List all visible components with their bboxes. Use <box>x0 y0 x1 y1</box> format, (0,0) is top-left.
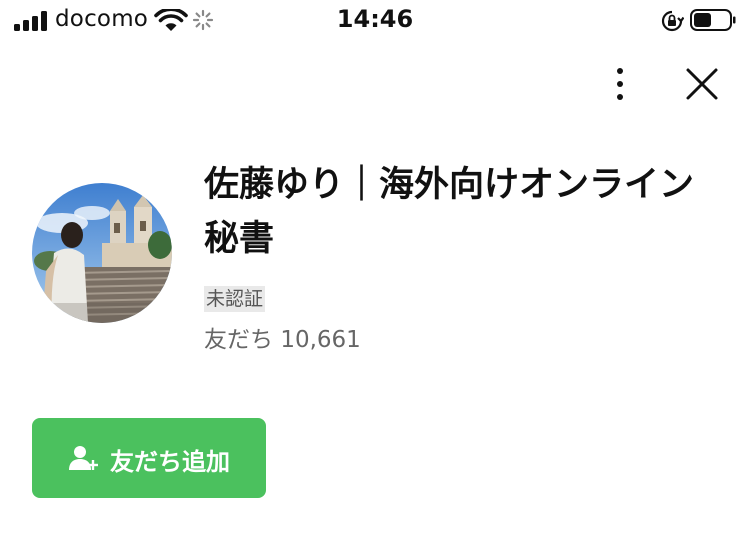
close-icon <box>686 68 718 100</box>
status-time: 14:46 <box>336 5 414 33</box>
avatar-photo <box>32 183 172 323</box>
friends-count: 友だち 10,661 <box>204 320 361 354</box>
avatar[interactable] <box>32 183 172 323</box>
friends-number: 10,661 <box>280 327 361 353</box>
more-vertical-icon <box>617 68 623 100</box>
add-user-icon <box>69 446 98 470</box>
more-options-button[interactable] <box>600 64 640 104</box>
verification-badge: 未認証 <box>204 286 266 312</box>
battery-icon <box>690 9 736 31</box>
add-friend-label: 友だち追加 <box>110 448 230 476</box>
rotation-lock-icon <box>661 10 684 32</box>
status-bar: docomo 14:46 <box>0 0 750 40</box>
close-button[interactable] <box>682 64 722 104</box>
add-friend-button[interactable]: 友だち追加 <box>32 418 266 498</box>
profile-name: 佐藤ゆり｜海外向けオンライン秘書 <box>204 165 695 259</box>
friends-label: 友だち <box>204 327 273 353</box>
